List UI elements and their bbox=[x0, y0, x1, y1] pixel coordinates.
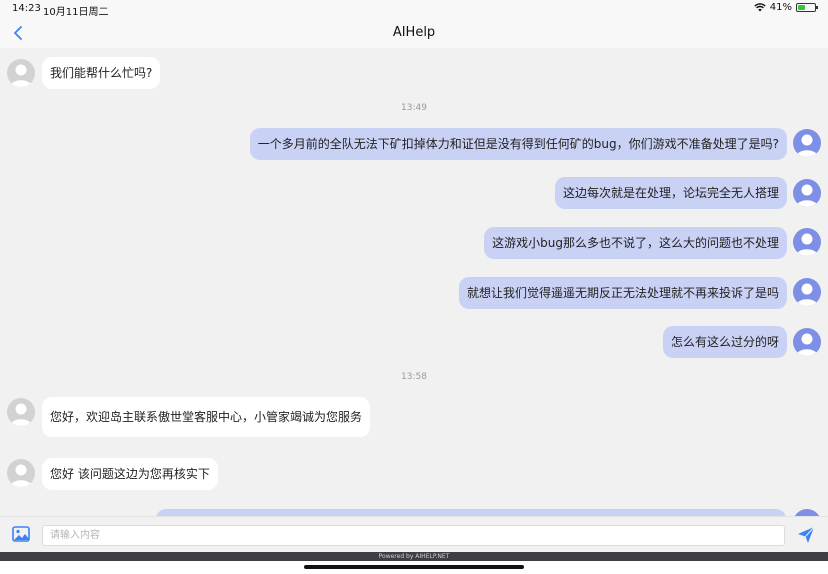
send-icon bbox=[798, 526, 815, 543]
message-bubble-agent: 您好，欢迎岛主联系傲世堂客服中心，小管家竭诚为您服务 bbox=[42, 397, 371, 437]
powered-by-label: Powered by AIHELP.NET bbox=[0, 552, 828, 561]
message-bubble-user: 这边每次就是在处理，论坛完全无人搭理 bbox=[554, 177, 787, 209]
message-input[interactable] bbox=[42, 525, 785, 546]
user-avatar bbox=[793, 129, 821, 157]
image-icon bbox=[12, 526, 30, 542]
person-icon bbox=[796, 134, 818, 157]
user-avatar bbox=[793, 509, 821, 516]
message-bubble-agent: 我们能帮什么忙吗? bbox=[42, 57, 161, 89]
message-bubble-user: 怎么有这么过分的呀 bbox=[662, 326, 787, 358]
user-avatar bbox=[793, 278, 821, 306]
person-icon bbox=[10, 464, 32, 487]
home-indicator[interactable] bbox=[304, 565, 524, 569]
timestamp: 13:58 bbox=[401, 372, 427, 382]
page-title: AIHelp bbox=[392, 25, 436, 40]
message-bubble-user-partial bbox=[156, 509, 786, 516]
user-avatar bbox=[793, 328, 821, 356]
battery-percent: 41% bbox=[769, 2, 792, 13]
message-bubble-agent: 您好 该问题这边为您再核实下 bbox=[42, 458, 218, 490]
person-icon bbox=[10, 403, 32, 426]
composer-bar bbox=[0, 516, 828, 552]
user-avatar bbox=[793, 228, 821, 256]
person-icon bbox=[10, 64, 32, 87]
agent-avatar bbox=[7, 459, 35, 487]
battery-icon bbox=[796, 3, 818, 12]
battery-fill bbox=[798, 5, 805, 10]
user-avatar bbox=[793, 179, 821, 207]
person-icon bbox=[796, 233, 818, 256]
status-right: 41% bbox=[754, 2, 818, 13]
status-bar: 14:23 10月11日周二 41% bbox=[0, 0, 828, 18]
agent-avatar bbox=[7, 59, 35, 87]
message-bubble-user: 一个多月前的全队无法下矿扣掉体力和证但是没有得到任何矿的bug，你们游戏不准备处… bbox=[249, 128, 787, 160]
agent-avatar bbox=[7, 398, 35, 426]
status-time: 14:23 bbox=[12, 3, 41, 14]
message-bubble-user: 就想让我们觉得遥遥无期反正无法处理就不再来投诉了是吗 bbox=[458, 277, 787, 309]
chat-area[interactable]: 我们能帮什么忙吗? 13:49 一个多月前的全队无法下矿扣掉体力和证但是没有得到… bbox=[0, 48, 828, 516]
footer: Powered by AIHELP.NET bbox=[0, 552, 828, 574]
person-icon bbox=[796, 333, 818, 356]
wifi-icon bbox=[754, 3, 766, 12]
nav-bar: AIHelp bbox=[0, 18, 828, 48]
status-date: 10月11日周二 bbox=[43, 7, 109, 18]
message-bubble-user: 这游戏小bug那么多也不说了，这么大的问题也不处理 bbox=[484, 227, 787, 259]
person-icon bbox=[796, 184, 818, 207]
timestamp: 13:49 bbox=[401, 103, 427, 113]
person-icon bbox=[796, 283, 818, 306]
send-button[interactable] bbox=[797, 526, 815, 544]
image-upload-button[interactable] bbox=[12, 526, 30, 542]
